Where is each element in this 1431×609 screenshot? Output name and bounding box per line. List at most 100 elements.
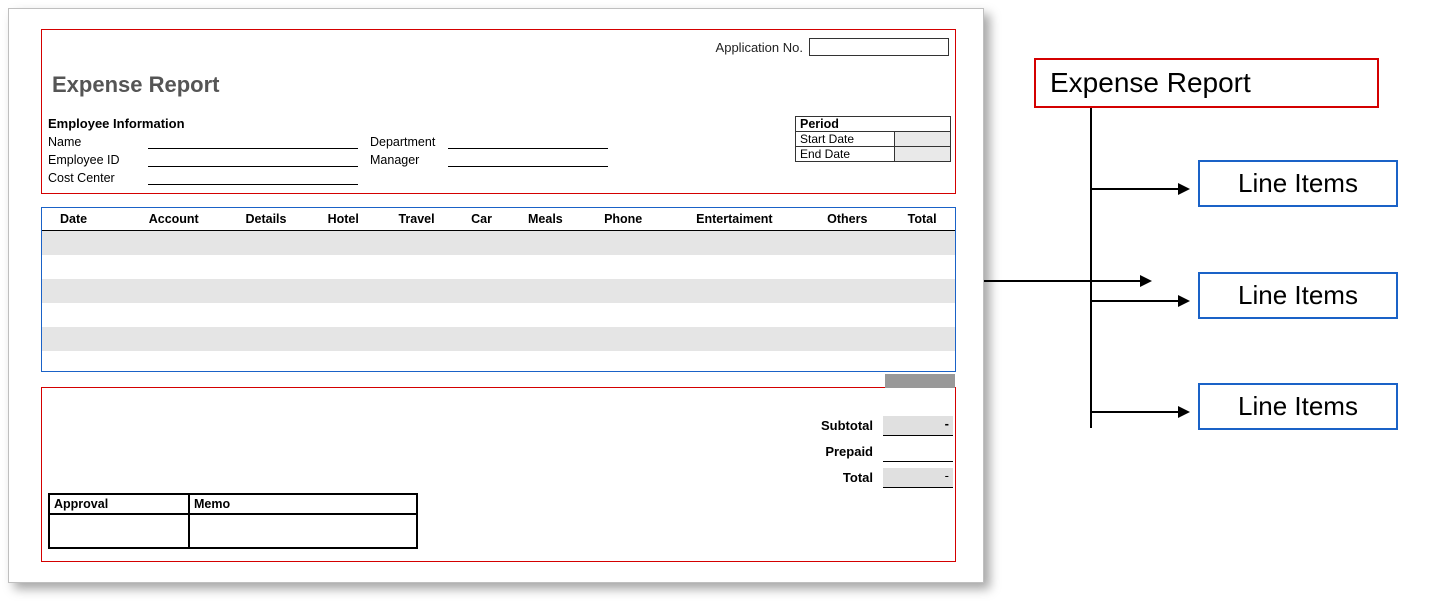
department-label: Department xyxy=(358,135,448,149)
column-header: Account xyxy=(124,208,223,231)
period-box: Period Start Date End Date xyxy=(795,116,951,162)
table-cell[interactable] xyxy=(508,279,583,303)
table-cell[interactable] xyxy=(508,303,583,327)
department-input[interactable] xyxy=(448,135,608,149)
diagram-connector xyxy=(984,280,1142,282)
header-region: Application No. Expense Report Employee … xyxy=(41,29,956,194)
column-header: Details xyxy=(223,208,308,231)
table-cell[interactable] xyxy=(583,255,664,279)
subtotal-value: - xyxy=(883,416,953,436)
table-cell[interactable] xyxy=(124,231,223,255)
application-no-field: Application No. xyxy=(716,38,949,56)
table-cell[interactable] xyxy=(42,303,124,327)
table-cell[interactable] xyxy=(124,255,223,279)
table-cell[interactable] xyxy=(309,255,378,279)
table-cell[interactable] xyxy=(223,303,308,327)
table-cell[interactable] xyxy=(805,255,889,279)
table-cell[interactable] xyxy=(805,327,889,351)
application-no-label: Application No. xyxy=(716,40,803,55)
table-cell[interactable] xyxy=(455,327,508,351)
table-cell[interactable] xyxy=(378,303,455,327)
table-cell[interactable] xyxy=(508,327,583,351)
table-cell[interactable] xyxy=(309,231,378,255)
table-cell[interactable] xyxy=(378,255,455,279)
form-title: Expense Report xyxy=(52,72,220,98)
table-cell[interactable] xyxy=(583,279,664,303)
table-cell[interactable] xyxy=(124,279,223,303)
table-cell[interactable] xyxy=(42,255,124,279)
totals-block: Subtotal- Prepaid Total- xyxy=(738,413,953,491)
table-cell[interactable] xyxy=(223,279,308,303)
table-row[interactable] xyxy=(42,303,955,327)
diagram-connector xyxy=(1090,411,1180,413)
memo-header: Memo xyxy=(189,494,417,514)
total-value: - xyxy=(883,468,953,488)
line-items-table: DateAccountDetailsHotelTravelCarMealsPho… xyxy=(42,208,955,351)
end-date-label: End Date xyxy=(796,147,894,161)
table-cell[interactable] xyxy=(378,327,455,351)
start-date-input[interactable] xyxy=(894,132,950,146)
table-row[interactable] xyxy=(42,231,955,255)
table-cell[interactable] xyxy=(309,327,378,351)
diagram-connector xyxy=(1090,300,1180,302)
table-cell[interactable] xyxy=(583,327,664,351)
table-cell[interactable] xyxy=(889,231,955,255)
table-cell[interactable] xyxy=(378,279,455,303)
table-cell[interactable] xyxy=(455,279,508,303)
table-row[interactable] xyxy=(42,279,955,303)
table-cell[interactable] xyxy=(663,279,805,303)
table-cell[interactable] xyxy=(42,231,124,255)
table-cell[interactable] xyxy=(663,327,805,351)
column-header: Phone xyxy=(583,208,664,231)
table-cell[interactable] xyxy=(124,327,223,351)
memo-cell[interactable] xyxy=(189,514,417,548)
table-cell[interactable] xyxy=(508,231,583,255)
table-cell[interactable] xyxy=(508,255,583,279)
table-cell[interactable] xyxy=(805,231,889,255)
column-header: Others xyxy=(805,208,889,231)
column-header: Date xyxy=(42,208,124,231)
table-cell[interactable] xyxy=(455,231,508,255)
employee-id-input[interactable] xyxy=(148,153,358,167)
application-no-input[interactable] xyxy=(809,38,949,56)
end-date-input[interactable] xyxy=(894,147,950,161)
table-cell[interactable] xyxy=(42,279,124,303)
table-cell[interactable] xyxy=(455,303,508,327)
total-label: Total xyxy=(738,470,883,486)
table-cell[interactable] xyxy=(889,255,955,279)
approval-cell[interactable] xyxy=(49,514,189,548)
table-cell[interactable] xyxy=(583,303,664,327)
approval-box: Approval Memo xyxy=(48,493,418,549)
diagram-connector xyxy=(1090,108,1092,428)
table-cell[interactable] xyxy=(889,303,955,327)
name-input[interactable] xyxy=(148,135,358,149)
table-cell[interactable] xyxy=(124,303,223,327)
table-cell[interactable] xyxy=(455,255,508,279)
manager-input[interactable] xyxy=(448,153,608,167)
table-cell[interactable] xyxy=(805,279,889,303)
table-cell[interactable] xyxy=(309,279,378,303)
table-cell[interactable] xyxy=(309,303,378,327)
table-cell[interactable] xyxy=(663,231,805,255)
arrowhead-icon xyxy=(1140,275,1152,287)
table-cell[interactable] xyxy=(889,279,955,303)
table-cell[interactable] xyxy=(223,255,308,279)
table-cell[interactable] xyxy=(378,231,455,255)
diagram-line-item-node: Line Items xyxy=(1198,160,1398,207)
table-cell[interactable] xyxy=(42,327,124,351)
table-cell[interactable] xyxy=(223,327,308,351)
diagram-connector xyxy=(1090,188,1180,190)
prepaid-value[interactable] xyxy=(883,442,953,462)
table-cell[interactable] xyxy=(663,303,805,327)
table-cell[interactable] xyxy=(805,303,889,327)
table-row[interactable] xyxy=(42,327,955,351)
table-cell[interactable] xyxy=(223,231,308,255)
manager-label: Manager xyxy=(358,153,448,167)
column-header: Travel xyxy=(378,208,455,231)
diagram-line-item-node: Line Items xyxy=(1198,383,1398,430)
table-cell[interactable] xyxy=(583,231,664,255)
table-row[interactable] xyxy=(42,255,955,279)
cost-center-input[interactable] xyxy=(148,171,358,185)
table-cell[interactable] xyxy=(663,255,805,279)
table-cell[interactable] xyxy=(889,327,955,351)
